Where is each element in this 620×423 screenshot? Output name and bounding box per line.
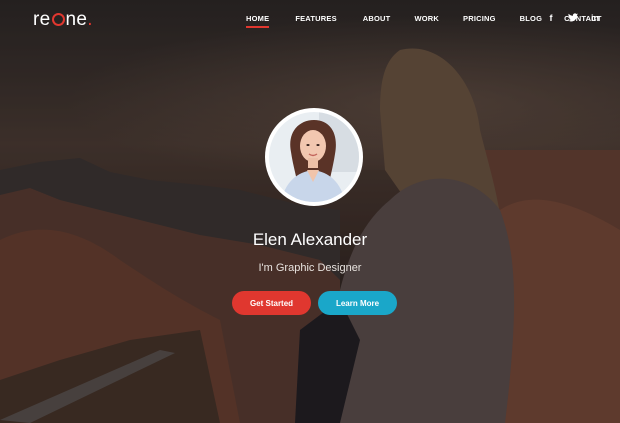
- nav-item-blog[interactable]: BLOG: [520, 14, 542, 28]
- linkedin-icon[interactable]: in: [590, 13, 600, 24]
- logo-ring-icon: [51, 13, 65, 26]
- social-links: f in: [546, 13, 600, 24]
- hero-name: Elen Alexander: [252, 230, 368, 249]
- twitter-icon[interactable]: [568, 13, 578, 24]
- logo-text-suffix: ne: [65, 9, 88, 30]
- dark-overlay: [0, 0, 620, 423]
- logo-text-prefix: re: [33, 9, 51, 30]
- profile-avatar: [265, 108, 363, 206]
- facebook-icon[interactable]: f: [546, 13, 556, 24]
- logo-dot: .: [87, 9, 93, 30]
- hero-role: I'm Graphic Designer: [258, 262, 362, 274]
- brand-logo[interactable]: re ne.: [33, 9, 93, 31]
- nav-item-about[interactable]: ABOUT: [363, 14, 391, 28]
- nav-item-work[interactable]: WORK: [414, 14, 439, 28]
- profile-photo: [269, 112, 359, 202]
- hero-section: re ne. HOME FEATURES ABOUT WORK PRICING B…: [0, 0, 620, 423]
- top-navbar: re ne. HOME FEATURES ABOUT WORK PRICING B…: [0, 0, 620, 38]
- nav-item-home[interactable]: HOME: [246, 14, 270, 28]
- get-started-button[interactable]: Get Started: [232, 291, 311, 315]
- nav-item-pricing[interactable]: PRICING: [463, 14, 496, 28]
- nav-item-features[interactable]: FEATURES: [295, 14, 336, 28]
- learn-more-button[interactable]: Learn More: [318, 291, 397, 315]
